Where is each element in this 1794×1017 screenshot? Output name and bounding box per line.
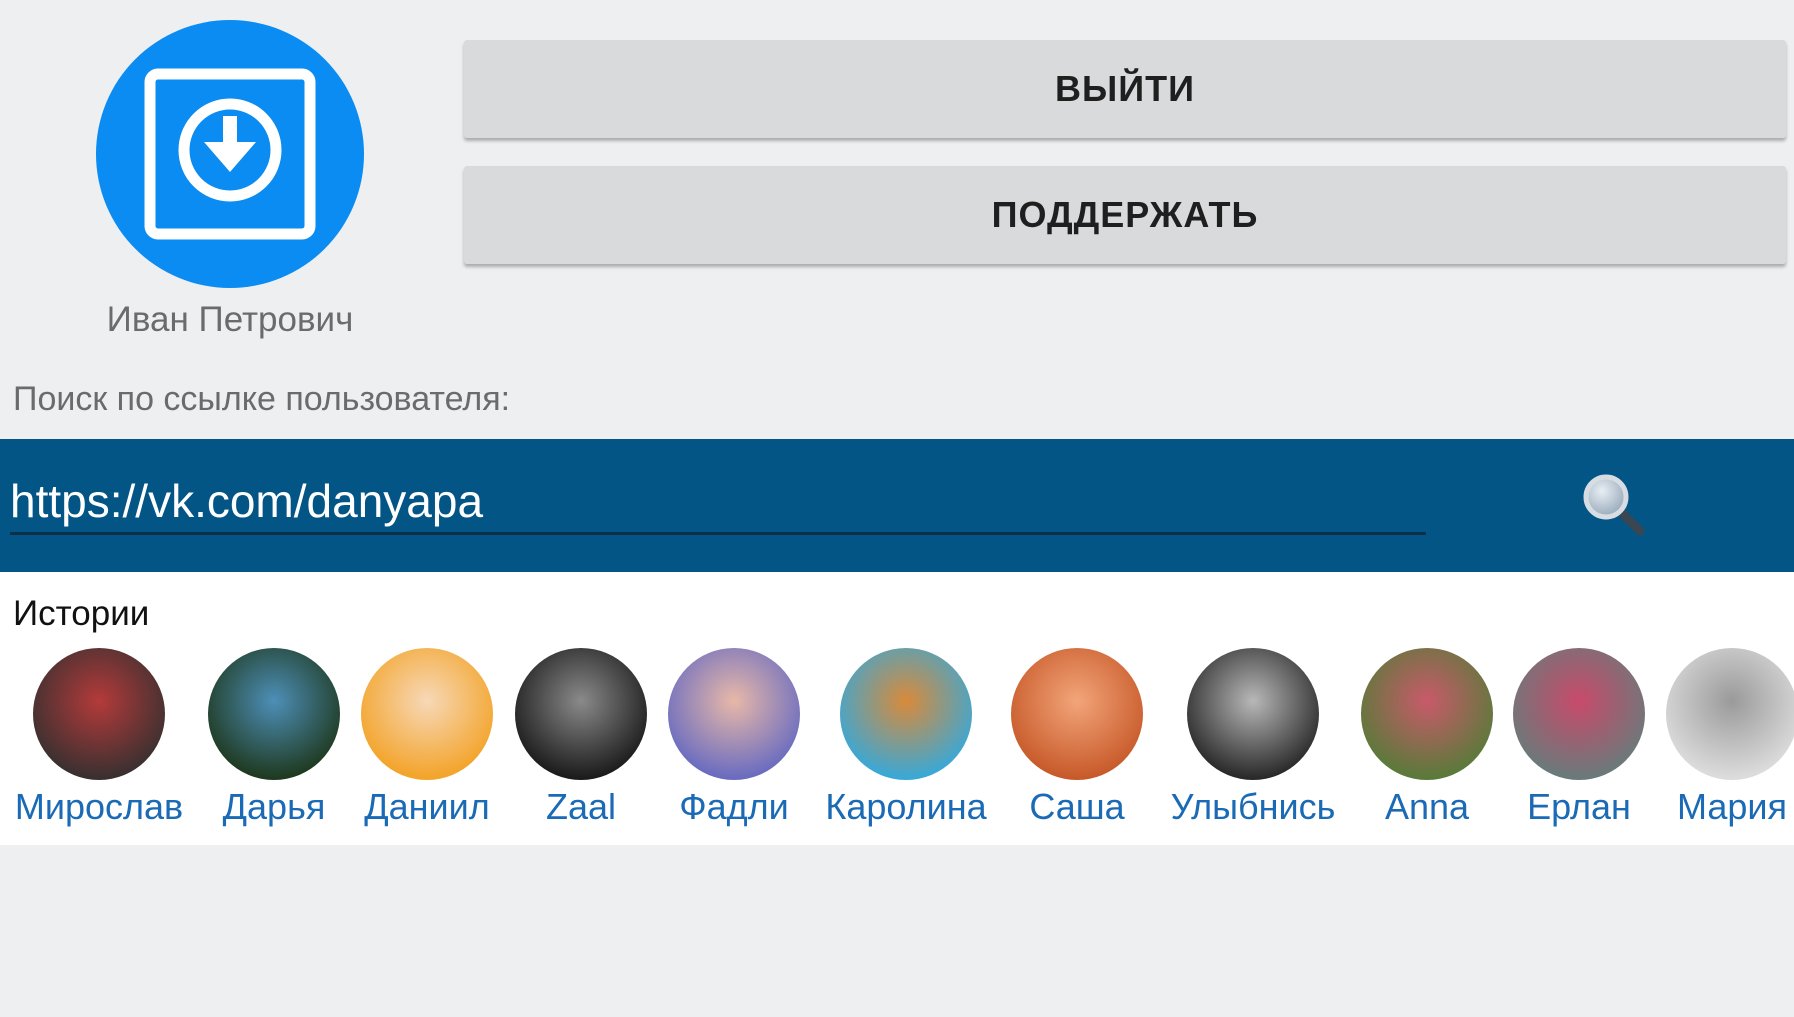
story-avatar (1011, 648, 1143, 780)
story-avatar (668, 648, 800, 780)
story-avatar (515, 648, 647, 780)
logout-button[interactable]: ВЫЙТИ (464, 40, 1786, 138)
search-label: Поиск по ссылке пользователя: (13, 380, 511, 418)
story-name: Zaal (545, 786, 617, 827)
story-avatar (33, 648, 165, 780)
search-icon (1583, 474, 1645, 536)
story-avatar (361, 648, 493, 780)
support-button[interactable]: ПОДДЕРЖАТЬ (464, 166, 1786, 264)
search-button[interactable] (1578, 469, 1650, 541)
profile-block: Иван Петрович (90, 20, 370, 340)
story-avatar (1513, 648, 1645, 780)
story-avatar (1187, 648, 1319, 780)
story-name: Фадли (679, 786, 789, 827)
story-name: Улыбнись (1170, 786, 1336, 827)
story-name: Дарья (222, 786, 326, 827)
story-name: Anna (1384, 786, 1470, 827)
story-name: Ерлан (1527, 786, 1631, 827)
story-item[interactable]: Мирослав (0, 648, 199, 828)
story-name: Каролина (825, 786, 987, 827)
story-name: Саша (1029, 786, 1125, 827)
story-item[interactable]: Улыбнись (1153, 648, 1353, 828)
stories-section: Истории Мирослав Дарья Даниил Zaal Фадли Каро… (0, 572, 1794, 845)
story-avatar (208, 648, 340, 780)
story-name: Даниил (364, 786, 490, 827)
story-item[interactable]: Мария (1632, 648, 1794, 828)
story-avatar (840, 648, 972, 780)
stories-title: Истории (13, 594, 150, 633)
story-name: Мария (1676, 786, 1788, 827)
story-avatar (1666, 648, 1794, 780)
search-input[interactable] (10, 469, 1426, 535)
story-avatar (1361, 648, 1493, 780)
profile-name: Иван Петрович (106, 300, 354, 339)
story-item[interactable]: Каролина (806, 648, 1006, 828)
story-item[interactable]: Фадли (634, 648, 834, 828)
story-item[interactable]: Саша (977, 648, 1177, 828)
search-bar (0, 439, 1794, 572)
profile-avatar[interactable] (96, 20, 364, 288)
download-box-icon (144, 68, 316, 240)
story-name: Мирослав (14, 786, 184, 827)
